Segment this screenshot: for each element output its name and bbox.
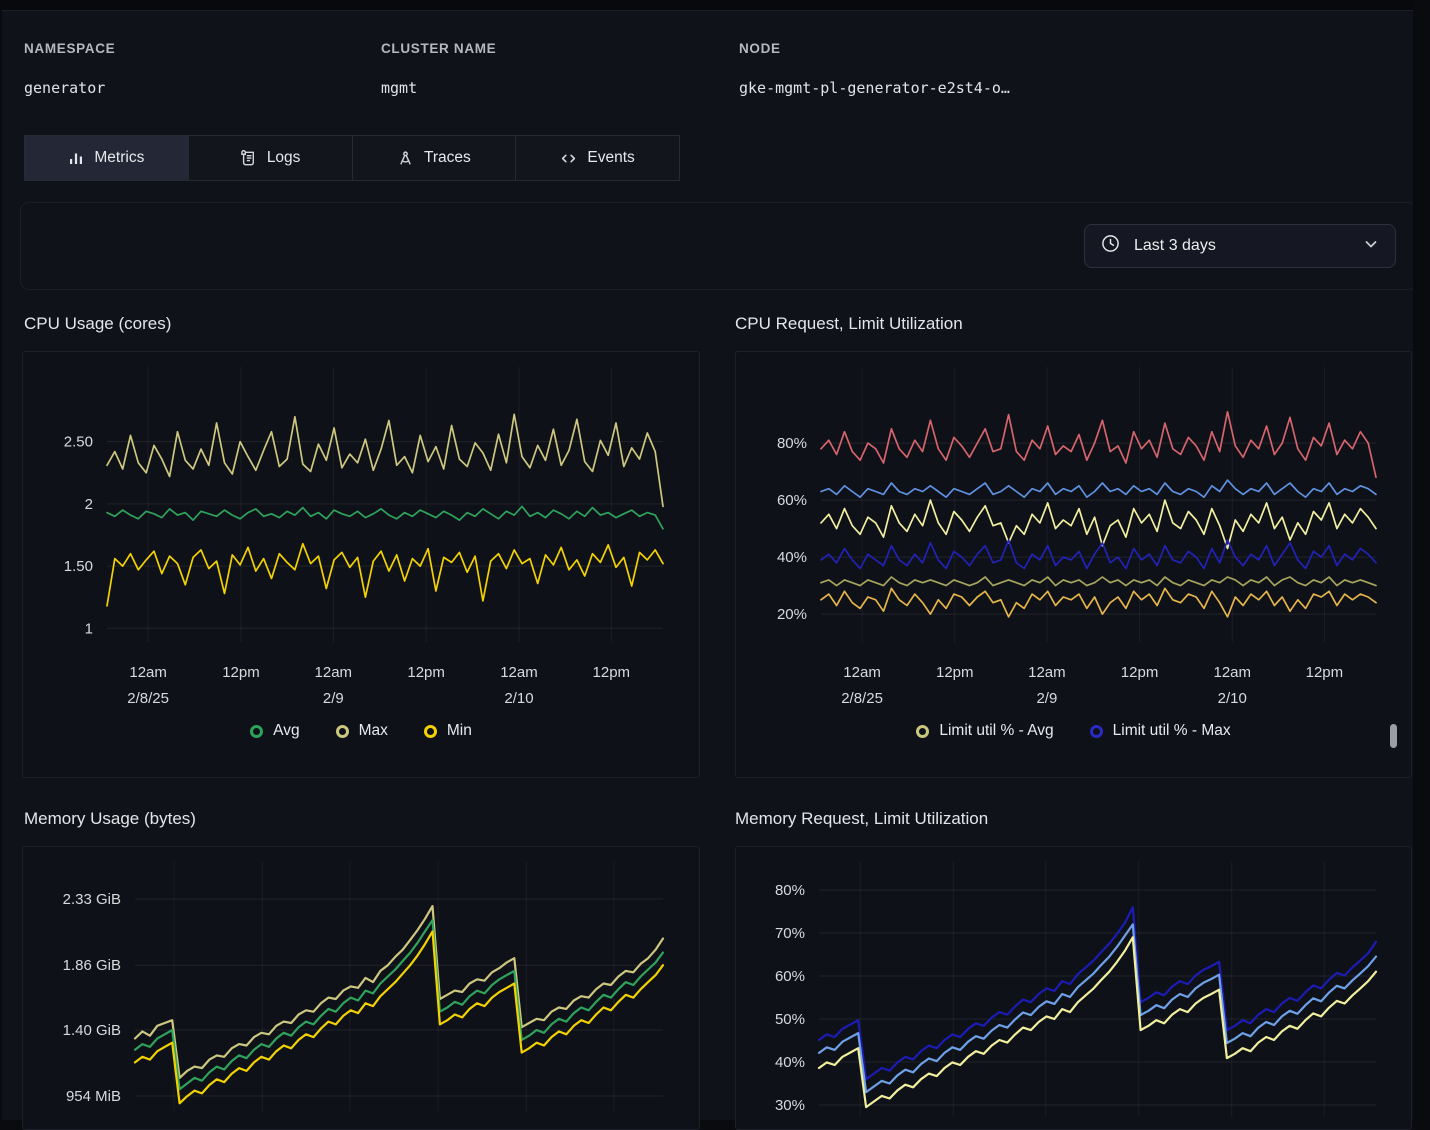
tab-traces[interactable]: Traces	[353, 136, 517, 180]
cluster-name-value: mgmt	[381, 79, 417, 97]
svg-text:50%: 50%	[775, 1011, 805, 1028]
svg-text:2: 2	[85, 496, 93, 513]
legend-item[interactable]: Min	[424, 722, 472, 740]
cpu-request-panel: 20% 40% 60% 80% 12am 2/8/25 12pm 12am 2/9 12pm 12a…	[735, 351, 1412, 778]
cpu-usage-panel: 1 1.50 2 2.50 12am 2/8/25 12pm 12am 2/9 12pm 12am 2…	[22, 351, 700, 778]
legend-ring-icon	[424, 725, 437, 738]
svg-text:2/9: 2/9	[1036, 690, 1057, 707]
chart-canvas[interactable]: 30% 40% 50% 60% 70% 80%	[736, 847, 1412, 1130]
tab-label: Events	[587, 149, 634, 167]
svg-text:12pm: 12pm	[407, 664, 445, 681]
svg-text:40%: 40%	[777, 549, 807, 566]
traces-icon	[397, 150, 414, 167]
chart-canvas[interactable]: 20% 40% 60% 80% 12am 2/8/25 12pm 12am 2/9 12pm 12a…	[736, 352, 1412, 778]
scrollbar-thumb[interactable]	[1390, 724, 1397, 748]
cluster-name-label: CLUSTER NAME	[381, 41, 496, 56]
svg-text:80%: 80%	[777, 435, 807, 452]
svg-text:1: 1	[85, 620, 93, 637]
legend-ring-icon	[250, 725, 263, 738]
svg-text:2/8/25: 2/8/25	[127, 690, 169, 707]
namespace-value: generator	[24, 79, 105, 97]
svg-text:60%: 60%	[775, 968, 805, 985]
namespace-label: NAMESPACE	[24, 41, 115, 56]
memory-request-panel: 30% 40% 50% 60% 70% 80%	[735, 846, 1412, 1130]
tab-label: Logs	[267, 149, 301, 167]
svg-text:2/8/25: 2/8/25	[841, 690, 883, 707]
legend-label: Max	[359, 722, 388, 740]
memory-request-title: Memory Request, Limit Utilization	[735, 809, 988, 829]
svg-text:12pm: 12pm	[593, 664, 631, 681]
tab-events[interactable]: Events	[516, 136, 679, 180]
metrics-icon	[68, 150, 84, 166]
svg-text:12pm: 12pm	[936, 664, 974, 681]
tab-metrics[interactable]: Metrics	[25, 136, 189, 180]
top-strip	[0, 0, 1430, 10]
svg-text:40%: 40%	[775, 1054, 805, 1071]
app-container: NAMESPACE generator CLUSTER NAME mgmt NO…	[2, 10, 1413, 1120]
tab-bar: Metrics Logs Traces	[24, 135, 680, 181]
svg-text:12am: 12am	[500, 664, 538, 681]
svg-text:70%: 70%	[775, 925, 805, 942]
cpu-usage-legend: Avg Max Min	[23, 722, 699, 740]
svg-text:12am: 12am	[1028, 664, 1066, 681]
legend-label: Limit util % - Avg	[939, 722, 1053, 740]
tab-label: Traces	[424, 149, 471, 167]
right-gutter	[1413, 0, 1430, 1119]
legend-ring-icon	[916, 725, 929, 738]
time-range-panel: Last 3 days	[20, 202, 1417, 290]
svg-text:20%: 20%	[777, 606, 807, 623]
svg-text:1.86 GiB: 1.86 GiB	[63, 957, 121, 974]
legend-item[interactable]: Avg	[250, 722, 299, 740]
svg-text:12pm: 12pm	[1121, 664, 1159, 681]
svg-text:12pm: 12pm	[1306, 664, 1344, 681]
chart-canvas[interactable]: 954 MiB 1.40 GiB 1.86 GiB 2.33 GiB	[23, 847, 700, 1130]
tab-label: Metrics	[94, 149, 144, 167]
svg-text:2/9: 2/9	[323, 690, 344, 707]
svg-text:2/10: 2/10	[504, 690, 533, 707]
svg-text:80%: 80%	[775, 882, 805, 899]
legend-ring-icon	[1090, 725, 1103, 738]
events-icon	[560, 150, 577, 167]
svg-text:2.50: 2.50	[64, 434, 93, 451]
time-range-value: Last 3 days	[1134, 237, 1349, 255]
clock-icon	[1101, 234, 1120, 258]
memory-usage-title: Memory Usage (bytes)	[24, 809, 196, 829]
tab-logs[interactable]: Logs	[189, 136, 353, 180]
node-label: NODE	[739, 41, 781, 56]
chevron-down-icon	[1363, 236, 1379, 257]
svg-text:60%: 60%	[777, 492, 807, 509]
svg-text:12am: 12am	[129, 664, 167, 681]
legend-label: Min	[447, 722, 472, 740]
cpu-request-title: CPU Request, Limit Utilization	[735, 314, 963, 334]
legend-label: Limit util % - Max	[1113, 722, 1231, 740]
legend-ring-icon	[336, 725, 349, 738]
node-value: gke-mgmt-pl-generator-e2st4-o…	[739, 79, 1010, 97]
chart-canvas[interactable]: 1 1.50 2 2.50 12am 2/8/25 12pm 12am 2/9 12pm 12am 2…	[23, 352, 700, 778]
time-range-button[interactable]: Last 3 days	[1084, 224, 1396, 268]
legend-label: Avg	[273, 722, 299, 740]
cpu-usage-title: CPU Usage (cores)	[24, 314, 171, 334]
legend-item[interactable]: Limit util % - Max	[1090, 722, 1231, 740]
memory-usage-panel: 954 MiB 1.40 GiB 1.86 GiB 2.33 GiB	[22, 846, 700, 1130]
svg-text:2.33 GiB: 2.33 GiB	[63, 891, 121, 908]
svg-text:1.50: 1.50	[64, 558, 93, 575]
svg-text:2/10: 2/10	[1218, 690, 1247, 707]
cpu-request-legend: Limit util % - Avg Limit util % - Max	[736, 722, 1411, 740]
svg-text:1.40 GiB: 1.40 GiB	[63, 1022, 121, 1039]
svg-text:954 MiB: 954 MiB	[66, 1088, 121, 1105]
legend-item[interactable]: Limit util % - Avg	[916, 722, 1053, 740]
svg-text:30%: 30%	[775, 1097, 805, 1114]
svg-text:12am: 12am	[843, 664, 881, 681]
svg-text:12am: 12am	[315, 664, 353, 681]
logs-icon	[240, 150, 257, 167]
svg-text:12pm: 12pm	[222, 664, 260, 681]
legend-item[interactable]: Max	[336, 722, 388, 740]
svg-text:12am: 12am	[1213, 664, 1251, 681]
